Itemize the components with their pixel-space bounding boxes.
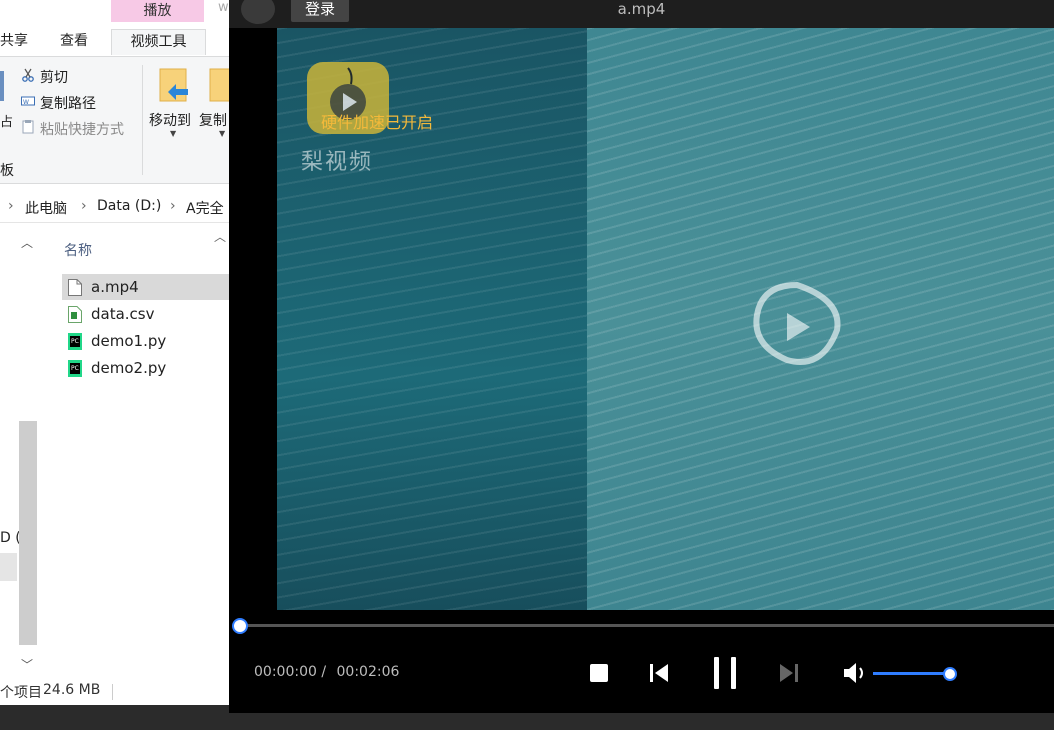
tab-video-tools[interactable]: 视频工具 (111, 29, 206, 55)
ribbon-panel: 占 剪切 W 复制路径 粘贴快捷方式 板 移动到 ▼ 复制 ▼ (0, 56, 229, 184)
progress-handle[interactable] (232, 618, 248, 634)
volume-handle[interactable] (942, 667, 957, 681)
file-row[interactable]: a.mp4 (62, 274, 229, 300)
current-time: 00:00:00 / (254, 664, 327, 680)
cut-button[interactable]: 剪切 (40, 67, 68, 87)
paste-shortcut-icon (22, 120, 34, 134)
player-title: a.mp4 (617, 0, 666, 18)
sort-ascending-icon[interactable]: ︿ (214, 228, 226, 245)
watermark-text: 梨视频 (301, 150, 374, 175)
file-name: demo1.py (91, 332, 167, 350)
ribbon-divider (142, 65, 143, 175)
scroll-down-icon[interactable]: ﹀ (21, 656, 33, 673)
tab-view[interactable]: 查看 (60, 30, 88, 50)
pause-icon[interactable] (707, 654, 743, 692)
next-icon[interactable] (773, 657, 805, 689)
ribbon-tab-bar: 播放 w 共享 查看 视频工具 (0, 0, 229, 56)
play-context-header[interactable]: 播放 (111, 0, 204, 22)
video-file-icon (68, 279, 82, 296)
tab-share[interactable]: 共享 (0, 30, 28, 50)
total-time: 00:02:06 (336, 664, 400, 680)
status-divider (112, 684, 113, 700)
player-titlebar[interactable]: a.mp4 登录 (229, 0, 1054, 28)
breadcrumb-data-drive[interactable]: Data (D:) (97, 198, 161, 214)
nav-drive-item[interactable]: D ( (0, 530, 21, 546)
move-to-button[interactable]: 移动到 (149, 110, 191, 130)
volume-fill (873, 672, 945, 675)
selection-size: 24.6 MB (43, 682, 101, 698)
breadcrumb-separator-icon: › (170, 198, 176, 214)
file-name: demo2.py (91, 359, 167, 377)
breadcrumb-folder[interactable]: A完全 (186, 198, 224, 218)
nav-selected-item[interactable] (0, 553, 17, 581)
progress-track[interactable] (239, 624, 1054, 627)
faded-tab: w (218, 0, 229, 15)
csv-file-icon (68, 306, 82, 323)
time-display: 00:00:00 / 00:02:06 (254, 664, 399, 680)
nav-scrollbar-thumb[interactable] (19, 421, 37, 645)
volume-icon[interactable] (839, 657, 871, 689)
watermark-play-icon (753, 281, 841, 365)
file-row[interactable]: PC demo1.py (62, 328, 229, 354)
file-explorer-window: 播放 w 共享 查看 视频工具 占 剪切 W 复制路径 粘贴快捷方式 板 移动到… (0, 0, 229, 705)
scroll-up-icon[interactable]: ︿ (21, 234, 33, 251)
copy-path-icon: W (21, 96, 35, 106)
pycharm-file-icon: PC (68, 360, 82, 377)
move-to-dropdown-icon[interactable]: ▼ (170, 129, 176, 138)
svg-text:PC: PC (71, 365, 79, 372)
item-count-label: 个项目 (0, 685, 42, 701)
breadcrumb-this-pc[interactable]: 此电脑 (25, 198, 67, 218)
video-player-window: a.mp4 登录 梨视频 硬件加速已开启 00:00:00 / 00:02:06 (229, 0, 1054, 713)
desktop-strip (0, 713, 1054, 730)
login-button[interactable]: 登录 (291, 0, 349, 22)
stop-icon[interactable] (583, 657, 615, 689)
paste-shortcut-button[interactable]: 粘贴快捷方式 (40, 119, 124, 139)
file-name: data.csv (91, 305, 155, 323)
video-frame[interactable]: 梨视频 硬件加速已开启 (277, 28, 1054, 610)
file-row[interactable]: PC demo2.py (62, 355, 229, 381)
status-bar: 个项目 24.6 MB (0, 680, 229, 705)
scissors-icon (22, 68, 34, 82)
previous-icon[interactable] (643, 657, 675, 689)
copy-to-dropdown-icon[interactable]: ▼ (219, 129, 225, 138)
breadcrumb-separator-icon: › (8, 198, 14, 214)
paste-icon[interactable] (0, 71, 4, 101)
move-to-icon[interactable] (158, 67, 192, 105)
address-bar[interactable]: › 此电脑 › Data (D:) › A完全 (0, 190, 229, 223)
pycharm-file-icon: PC (68, 333, 82, 350)
file-name: a.mp4 (91, 278, 139, 296)
copy-to-icon[interactable] (208, 67, 229, 105)
svg-text:PC: PC (71, 338, 79, 345)
copy-path-button[interactable]: 复制路径 (40, 93, 96, 113)
breadcrumb-separator-icon: › (81, 198, 87, 214)
copy-to-button[interactable]: 复制 (199, 110, 227, 130)
clipboard-group-label: 板 (0, 163, 14, 179)
name-column-header[interactable]: 名称 (64, 240, 92, 260)
hardware-acceleration-notice: 硬件加速已开启 (321, 113, 434, 132)
paste-partial-label: 占 (0, 115, 14, 130)
svg-text:W: W (23, 99, 29, 106)
file-row[interactable]: data.csv (62, 301, 229, 327)
